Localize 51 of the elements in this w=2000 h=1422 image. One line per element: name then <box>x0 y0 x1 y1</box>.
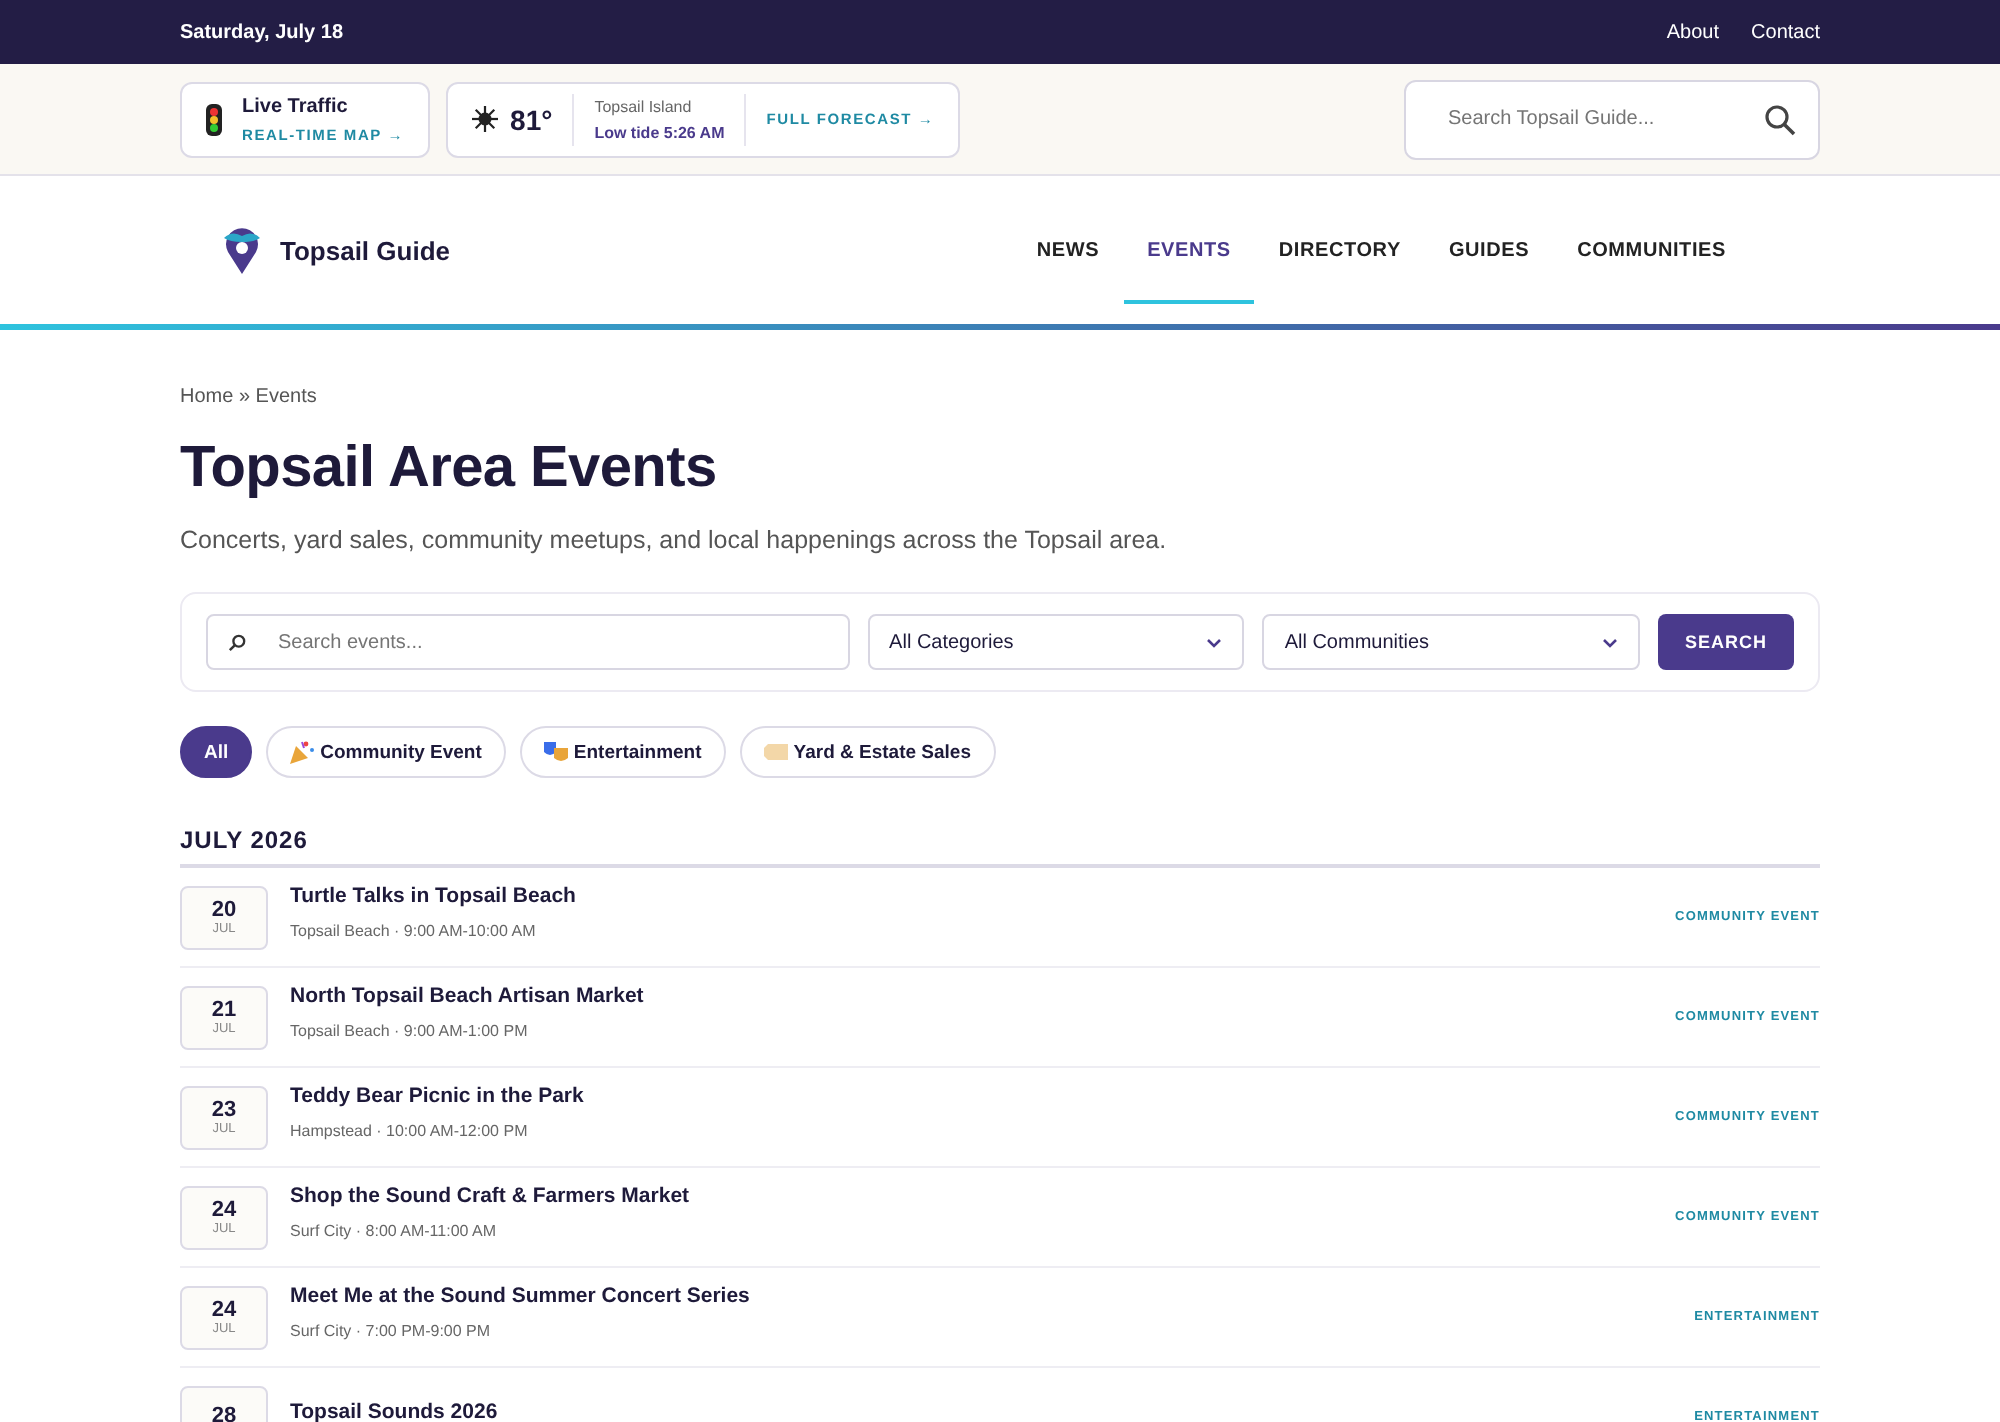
logo-text[interactable]: Topsail Guide <box>280 235 450 265</box>
sun-icon <box>472 106 499 132</box>
date-text: Saturday, July 18 <box>180 21 344 43</box>
temperature: 81° <box>510 103 553 135</box>
traffic-title: Live Traffic <box>242 95 350 117</box>
search-button[interactable]: SEARCH <box>1658 614 1794 670</box>
event-meta: Surf City · 7:00 PM-9:00 PM <box>290 1321 493 1339</box>
event-title[interactable]: North Topsail Beach Artisan Market <box>290 983 644 1007</box>
event-title[interactable]: Topsail Sounds 2026 <box>290 1399 498 1422</box>
month-heading: JULY 2026 <box>180 826 1820 868</box>
event-search-field[interactable]: Search events... <box>206 614 850 670</box>
page-title: Topsail Area Events <box>180 436 719 502</box>
traffic-light-icon <box>206 103 222 135</box>
event-meta: Topsail Beach · 9:00 AM-10:00 AM <box>290 921 538 939</box>
place-text: Topsail Island <box>594 97 694 115</box>
day-number: 20 <box>211 897 237 923</box>
day-number: 24 <box>211 1197 237 1223</box>
filter-chip[interactable]: Community Event <box>266 726 506 778</box>
event-title[interactable]: Shop the Sound Craft & Farmers Market <box>290 1183 690 1207</box>
nav-tab[interactable]: EVENTS <box>1123 176 1255 304</box>
day-number: 24 <box>211 1297 237 1323</box>
category-dropdown[interactable]: All Categories <box>867 614 1245 670</box>
event-title[interactable]: Teddy Bear Picnic in the Park <box>290 1083 584 1107</box>
top-link[interactable]: About <box>1666 21 1720 43</box>
day-number: 23 <box>211 1097 237 1123</box>
nav-tab[interactable]: GUIDES <box>1424 176 1554 304</box>
event-meta: Topsail Beach · 9:00 AM-1:00 PM <box>290 1021 530 1039</box>
theater-masks-icon <box>543 740 568 764</box>
top-link[interactable]: Contact <box>1751 21 1820 43</box>
nav-tab[interactable]: NEWS <box>1012 176 1124 304</box>
search-icon[interactable] <box>1764 103 1796 135</box>
chevron-icon <box>1206 637 1223 647</box>
event-title[interactable]: Turtle Talks in Topsail Beach <box>290 883 576 907</box>
breadcrumb: Home » Events <box>180 386 319 408</box>
event-meta: Surf City · 8:00 AM-11:00 AM <box>290 1221 499 1239</box>
map-pin-icon <box>220 226 264 274</box>
event-meta: Hampstead · 10:00 AM-12:00 PM <box>290 1121 530 1139</box>
event-title[interactable]: Meet Me at the Sound Summer Concert Series <box>290 1283 750 1307</box>
filter-chip[interactable]: Yard & Estate Sales <box>739 726 995 778</box>
search-field[interactable]: Search Topsail Guide... <box>1404 79 1820 159</box>
ticket-icon <box>763 744 788 760</box>
tide-text: Low tide 5:26 AM <box>594 123 725 141</box>
chevron-icon <box>1602 637 1619 647</box>
day-number: 21 <box>211 997 237 1023</box>
filter-chip[interactable]: All <box>180 726 253 778</box>
filter-chip[interactable]: Entertainment <box>519 726 726 778</box>
page-subtitle: Concerts, yard sales, community meetups, and local happenings across the Topsail area. <box>180 526 1169 554</box>
party-popper-icon <box>290 740 315 764</box>
nav-tab[interactable]: DIRECTORY <box>1254 176 1425 304</box>
nav-tab[interactable]: COMMUNITIES <box>1553 176 1750 304</box>
community-dropdown[interactable]: All Communities <box>1262 614 1641 670</box>
